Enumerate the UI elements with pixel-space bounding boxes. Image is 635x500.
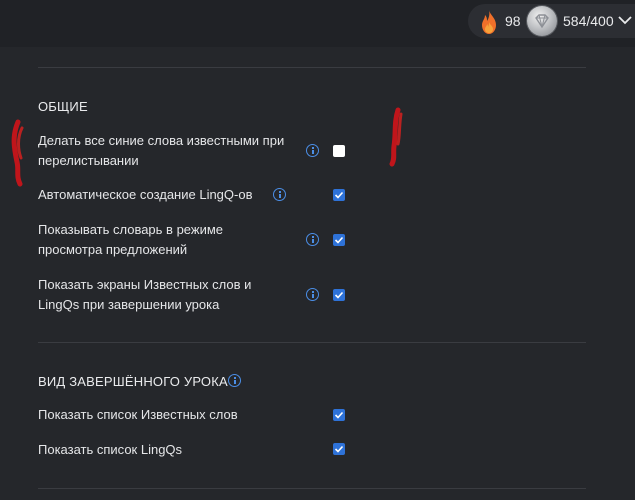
- flame-icon: [482, 10, 496, 34]
- setting-checkbox[interactable]: [333, 234, 345, 246]
- info-icon[interactable]: [228, 374, 241, 387]
- streak-count: 98: [505, 13, 521, 29]
- setting-checkbox[interactable]: [333, 289, 345, 301]
- section-title-completed-lesson: ВИД ЗАВЕРШЁННОГО УРОКА: [38, 374, 228, 389]
- top-bar: 98 584/400: [0, 0, 635, 47]
- coin-icon: [527, 6, 557, 36]
- setting-checkbox[interactable]: [333, 409, 345, 421]
- setting-label: Показать экраны Известных слов и LingQs …: [38, 277, 252, 312]
- red-scribble-annotation: [11, 119, 24, 187]
- info-icon[interactable]: [306, 233, 319, 246]
- section-title-general: ОБЩИЕ: [38, 99, 88, 114]
- divider: [38, 67, 586, 68]
- setting-checkbox[interactable]: [333, 443, 345, 455]
- info-icon[interactable]: [306, 144, 319, 157]
- setting-checkbox[interactable]: [333, 145, 345, 157]
- setting-label: Делать все синие слова известными при пе…: [38, 133, 285, 168]
- divider: [38, 342, 586, 343]
- setting-label: Показать список Известных слов: [38, 407, 238, 422]
- setting-label: Показывать словарь в режиме просмотра пр…: [38, 222, 224, 257]
- coins-count: 584/400: [563, 13, 614, 29]
- divider: [38, 488, 586, 489]
- info-icon[interactable]: [273, 188, 286, 201]
- setting-label: Показать список LingQs: [38, 442, 183, 457]
- stats-pill[interactable]: 98 584/400: [468, 4, 635, 38]
- chevron-down-icon[interactable]: [618, 16, 632, 25]
- setting-label: Автоматическое создание LingQ-ов: [38, 187, 253, 202]
- red-scribble-annotation: [389, 107, 403, 167]
- info-icon[interactable]: [306, 288, 319, 301]
- setting-checkbox[interactable]: [333, 189, 345, 201]
